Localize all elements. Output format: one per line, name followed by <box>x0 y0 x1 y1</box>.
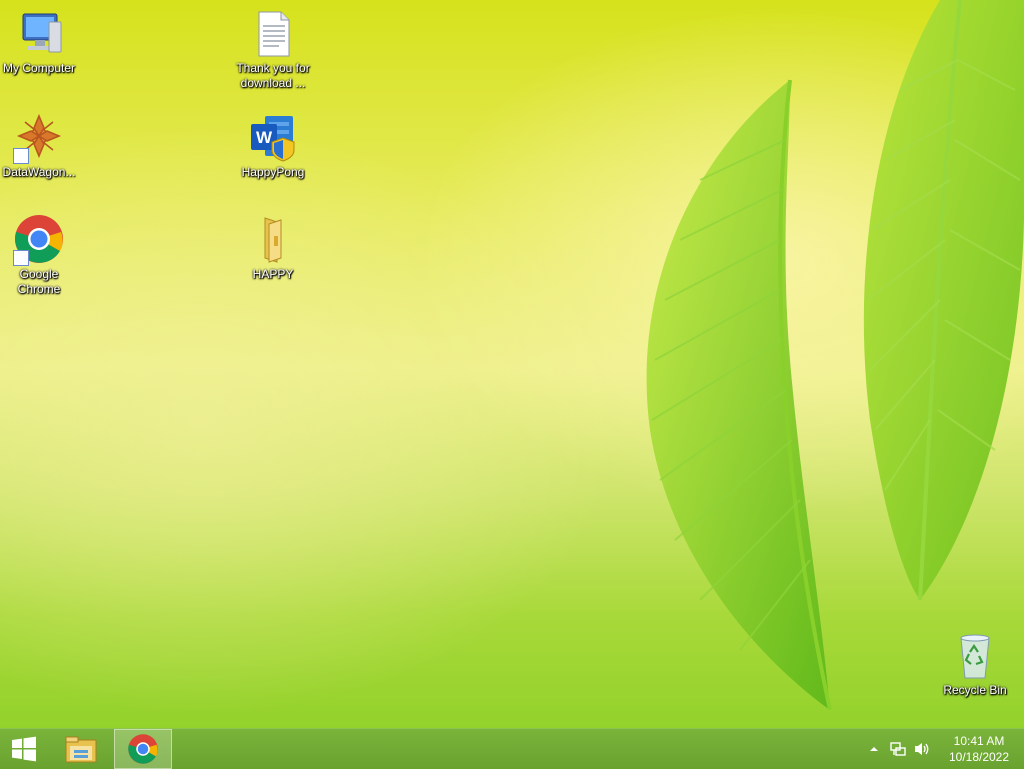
desktop-icon-label: DataWagon... <box>2 165 76 179</box>
word-document-shield-icon: W <box>251 116 295 162</box>
text-document-icon <box>258 11 290 57</box>
desktop-icon-datawagon[interactable]: DataWagon... <box>0 112 78 180</box>
system-tray: 10:41 AM 10/18/2022 <box>862 729 1024 769</box>
taskbar: 10:41 AM 10/18/2022 <box>0 728 1024 769</box>
clock-time: 10:41 AM <box>953 734 1005 748</box>
chrome-icon <box>13 214 65 266</box>
desktop-icon-google-chrome[interactable]: Google Chrome <box>0 214 78 297</box>
chrome-icon <box>128 734 158 764</box>
clock-date: 10/18/2022 <box>948 750 1010 764</box>
windows-logo-icon <box>12 736 36 762</box>
speaker-icon <box>915 743 929 755</box>
desktop-icon-recycle-bin[interactable]: Recycle Bin <box>936 630 1014 698</box>
file-explorer-icon <box>65 736 97 763</box>
leaf-wallpaper <box>646 0 1024 711</box>
network-icon <box>890 742 906 756</box>
desktop-icon-label: Thank you for download ... <box>236 61 310 90</box>
taskbar-clock[interactable]: 10:41 AM 10/18/2022 <box>934 733 1024 765</box>
start-button[interactable] <box>0 729 48 769</box>
network-button[interactable] <box>889 740 907 758</box>
taskbar-chrome-button[interactable] <box>114 729 172 769</box>
desktop-icon-my-computer[interactable]: My Computer <box>0 8 78 76</box>
shortcut-arrow-icon <box>13 250 29 266</box>
desktop-icon-label: HAPPY <box>252 267 294 281</box>
desktop-icon-label: Recycle Bin <box>943 683 1007 697</box>
volume-button[interactable] <box>913 740 931 758</box>
recycle-bin-icon <box>960 634 990 679</box>
desktop-icon-label: Google Chrome <box>17 267 61 296</box>
desktop-icon-happy-folder[interactable]: HAPPY <box>234 214 312 282</box>
taskbar-file-explorer-button[interactable] <box>56 729 106 769</box>
computer-icon <box>22 13 62 53</box>
folder-icon <box>264 217 282 263</box>
chevron-up-icon <box>870 747 878 751</box>
svg-text:W: W <box>256 128 273 147</box>
desktop-icon-happypong[interactable]: W HappyPong <box>234 112 312 180</box>
desktop-icon-label: My Computer <box>2 61 76 75</box>
desktop-icon-label: HappyPong <box>241 165 305 179</box>
desktop-icon-text-file[interactable]: Thank you for download ... <box>234 8 312 91</box>
show-hidden-icons-button[interactable] <box>865 740 883 758</box>
datawagon-icon <box>13 112 65 164</box>
desktop[interactable]: My Computer DataWagon... Google Chrome T… <box>0 0 1024 728</box>
shortcut-arrow-icon <box>13 148 29 164</box>
